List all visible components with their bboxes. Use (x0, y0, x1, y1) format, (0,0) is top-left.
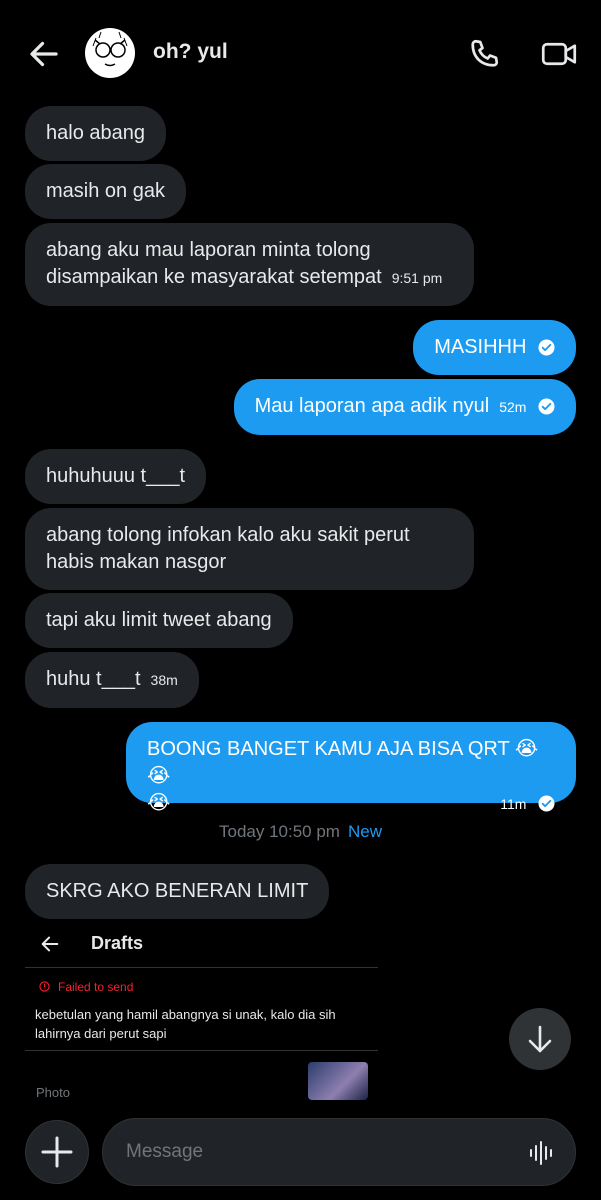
message-text: SKRG AKO BENERAN LIMIT (46, 880, 309, 902)
failed-status: Failed to send (39, 980, 133, 994)
conversation-header: oh? yul (0, 0, 601, 105)
message-text-line: BOONG BANGET KAMU AJA BISA QRT 😭😭 (147, 738, 539, 787)
message-placeholder: Message (126, 1141, 204, 1162)
message-outgoing[interactable]: BOONG BANGET KAMU AJA BISA QRT 😭😭 😭 11m (126, 722, 576, 814)
message-timestamp: 52m (499, 399, 527, 415)
arrow-down-icon (528, 1025, 552, 1053)
back-arrow-icon[interactable] (26, 36, 62, 72)
message-outgoing[interactable]: Mau laporan apa adik nyul 52m (233, 379, 576, 435)
message-text: MASIHHH (434, 336, 527, 358)
avatar[interactable] (85, 28, 135, 78)
message-timestamp: 9:51 pm (391, 270, 443, 286)
draft-text: kebetulan yang hamil abangnya si unak, k… (35, 1007, 336, 1041)
message-incoming[interactable]: halo abang (25, 106, 166, 161)
message-incoming[interactable]: huhu t___t 38m (25, 652, 199, 708)
photo-thumbnail (308, 1062, 368, 1100)
message-text-line: 😭 (147, 792, 171, 814)
message-incoming[interactable]: masih on gak (25, 164, 186, 219)
new-messages-label: New (347, 822, 382, 841)
divider (25, 967, 378, 968)
scroll-to-bottom-button[interactable] (509, 1008, 571, 1070)
message-incoming[interactable]: tapi aku limit tweet abang (25, 593, 293, 648)
back-arrow-icon (41, 936, 59, 952)
message-text-line: disampaikan ke masyarakat setempat (46, 266, 382, 288)
message-incoming[interactable]: abang tolong infokan kalo aku sakit peru… (25, 508, 474, 590)
plus-icon (41, 1136, 73, 1168)
add-attachment-button[interactable] (25, 1120, 89, 1184)
date-divider-label: Today 10:50 pm (219, 822, 340, 841)
check-circle-icon (538, 339, 555, 356)
message-text: huhu t___t (46, 668, 141, 690)
message-incoming[interactable]: SKRG AKO BENERAN LIMIT (25, 864, 330, 919)
failed-status-label: Failed to send (58, 980, 134, 994)
message-text-line: abang tolong infokan kalo aku sakit peru… (46, 524, 410, 546)
message-incoming[interactable]: abang aku mau laporan minta tolong disam… (25, 223, 474, 306)
phone-icon[interactable] (466, 36, 502, 72)
drafts-title: Drafts (91, 933, 144, 953)
message-incoming[interactable]: huhuhuuu t___t (25, 449, 207, 504)
message-text: masih on gak (46, 180, 165, 202)
message-input[interactable]: Message (102, 1118, 576, 1186)
message-text: Mau laporan apa adik nyul (254, 395, 490, 417)
conversation-title[interactable]: oh? yul (153, 40, 228, 64)
message-text: tapi aku limit tweet abang (46, 609, 272, 631)
message-outgoing[interactable]: MASIHHH (413, 320, 576, 375)
message-timestamp: 38m (150, 672, 178, 688)
voice-wave-icon[interactable] (528, 1139, 556, 1167)
photo-label: Photo (36, 1085, 70, 1100)
check-circle-icon (538, 795, 555, 812)
message-text-line: habis makan nasgor (46, 551, 227, 573)
message-text: huhuhuuu t___t (46, 465, 186, 487)
check-circle-icon (538, 398, 555, 415)
avatar-doodle-icon (92, 31, 128, 67)
alert-circle-icon (39, 981, 50, 992)
message-text-line: abang aku mau laporan minta tolong (46, 239, 371, 261)
message-timestamp: 11m (500, 796, 527, 812)
message-text: halo abang (46, 122, 145, 144)
attached-screenshot[interactable]: Drafts Failed to send kebetulan yang ham… (25, 922, 378, 1100)
video-camera-icon[interactable] (539, 36, 579, 72)
date-divider: Today 10:50 pm New (0, 822, 601, 842)
divider (25, 1050, 378, 1051)
